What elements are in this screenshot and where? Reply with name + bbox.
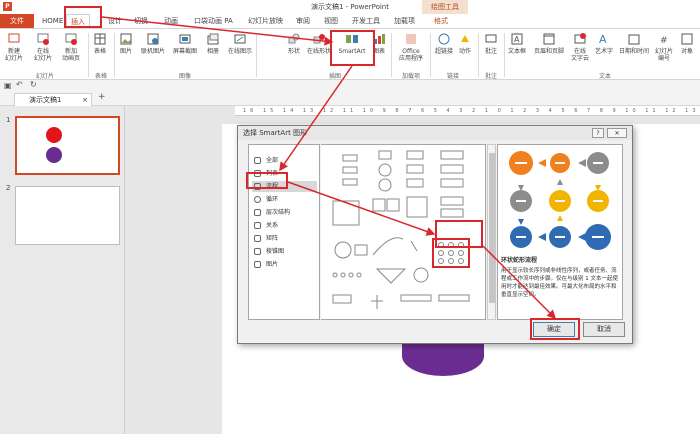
annotation-arrows <box>101 16 557 320</box>
arrow-layout-to-ok <box>482 245 557 320</box>
arrow-smartart-to-process <box>279 65 353 172</box>
arrow-process-to-layout <box>287 181 436 236</box>
arrow-insert-to-smartart <box>101 16 334 46</box>
